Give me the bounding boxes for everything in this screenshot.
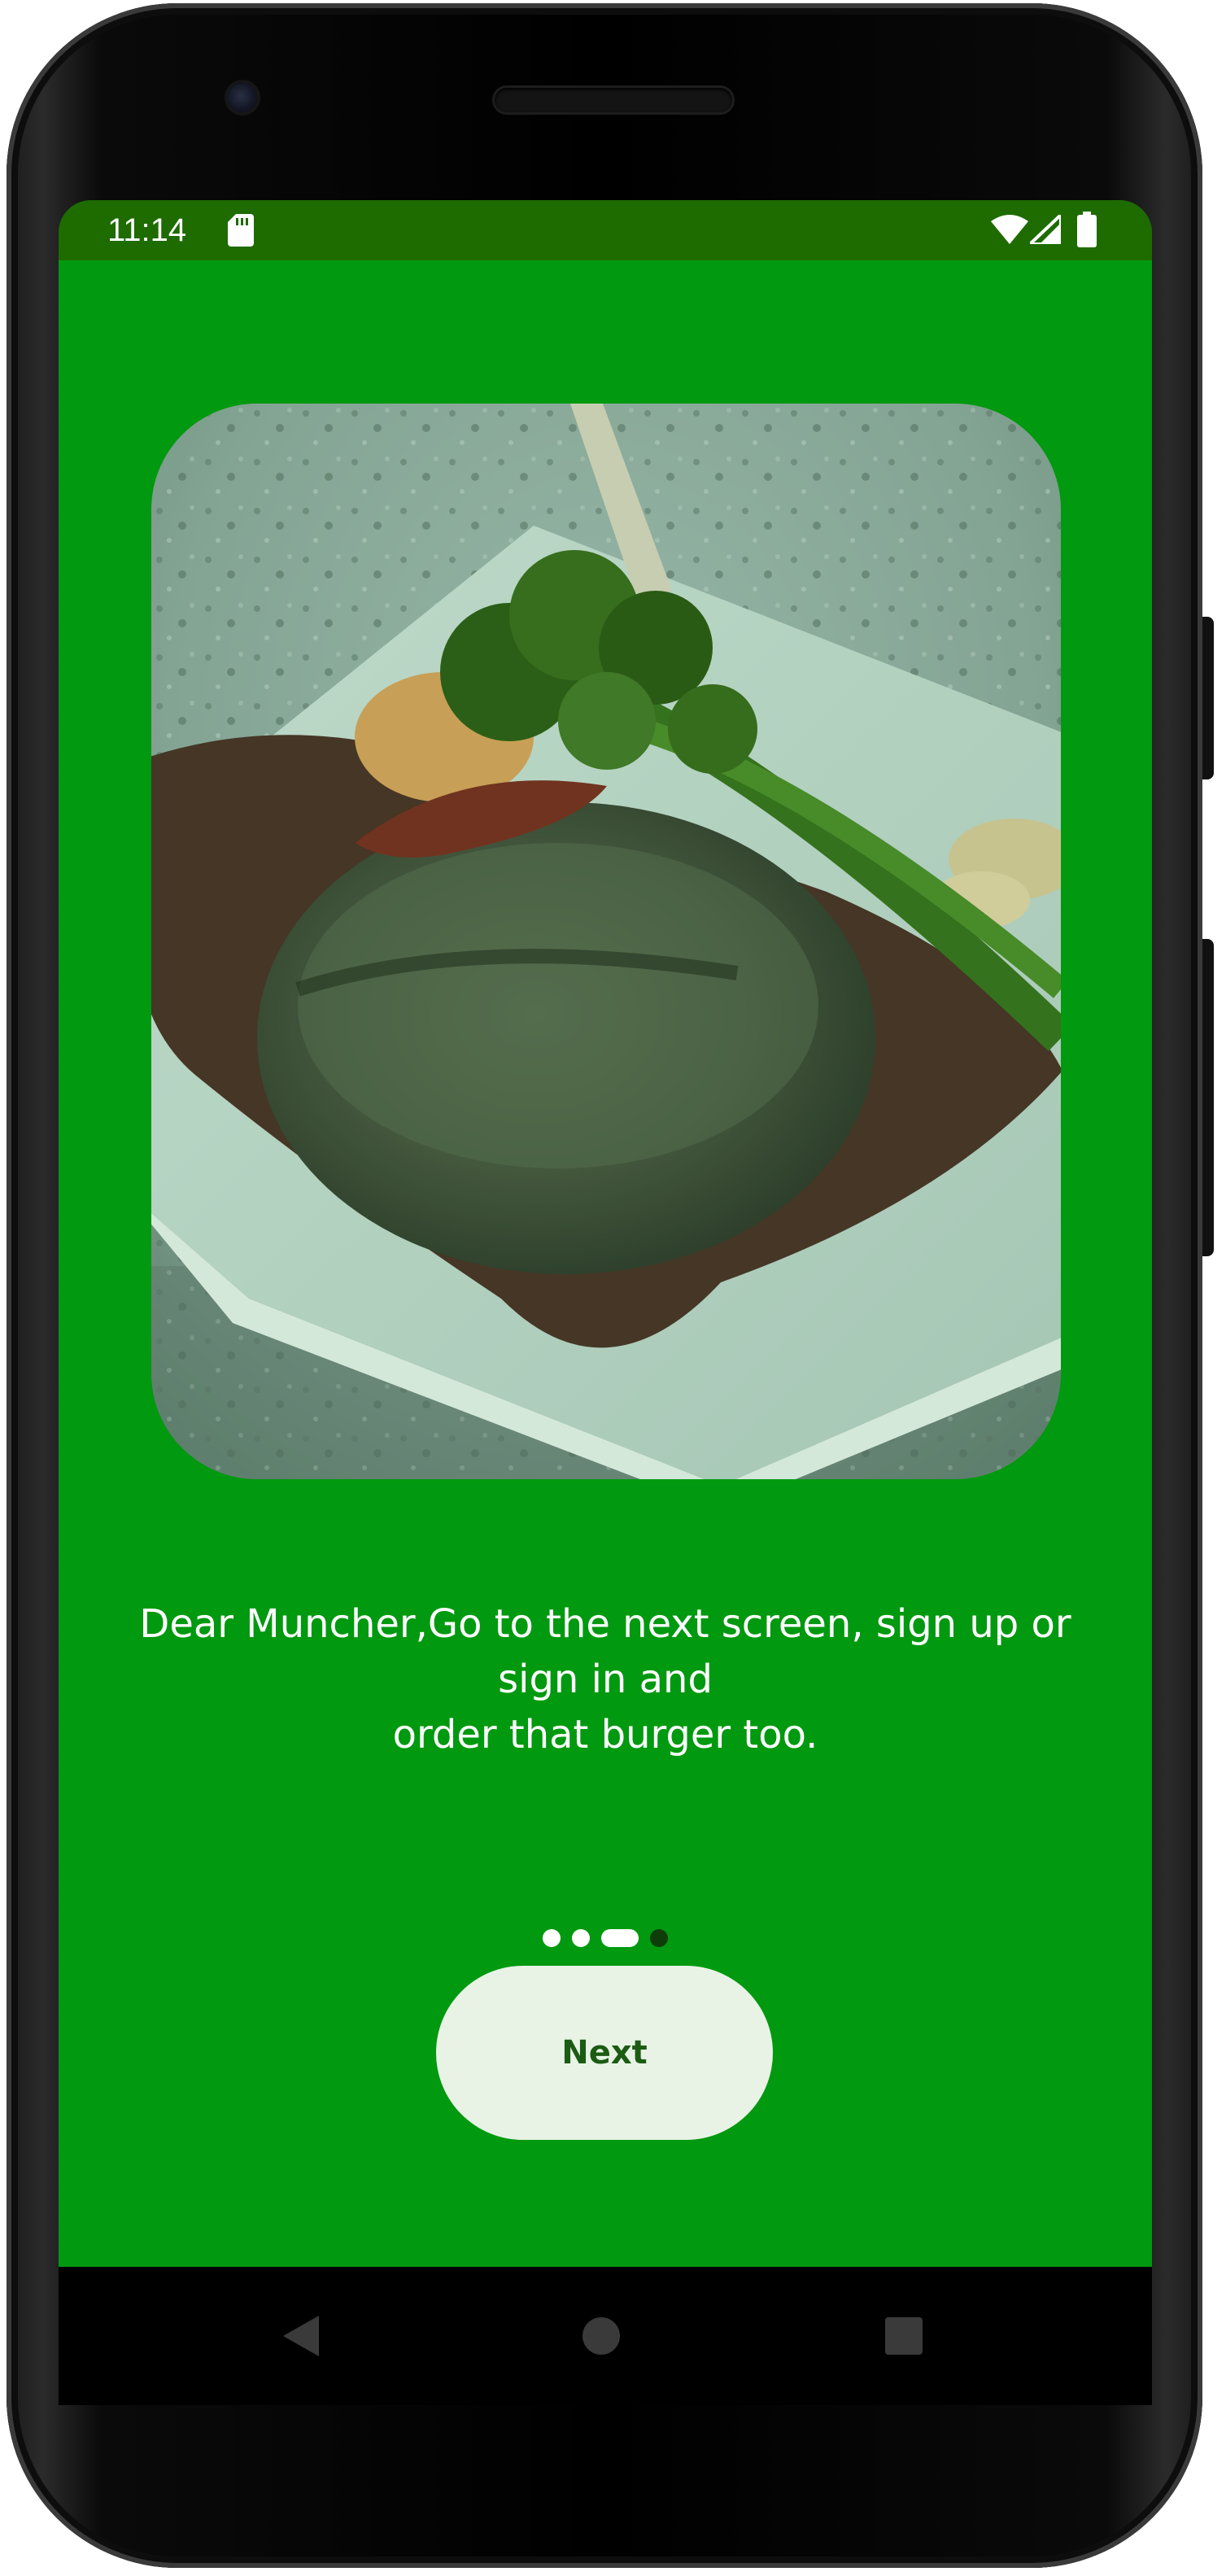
volume-button <box>1202 617 1214 779</box>
navigation-bar <box>59 2267 1152 2405</box>
page-dot-2[interactable] <box>572 1929 590 1947</box>
onboarding-message: Dear Muncher,Go to the next screen, sign… <box>75 1596 1136 1762</box>
page-dot-4[interactable] <box>650 1929 668 1947</box>
page-dot-1[interactable] <box>543 1929 561 1947</box>
wifi-icon <box>991 215 1028 248</box>
message-line: Dear Muncher,Go to the next screen, sign… <box>139 1601 1071 1647</box>
page-indicator <box>543 1928 668 1948</box>
home-icon[interactable] <box>582 2317 620 2359</box>
steak-plate-image <box>151 404 1061 1479</box>
front-camera <box>228 83 257 112</box>
message-line: sign in and <box>498 1657 713 1702</box>
page-dot-3-active[interactable] <box>601 1929 639 1947</box>
next-button[interactable]: Next <box>436 1966 773 2140</box>
earpiece-speaker <box>495 88 732 112</box>
battery-icon <box>1077 212 1097 251</box>
message-line: order that burger too. <box>392 1712 818 1757</box>
back-icon[interactable] <box>283 2316 319 2360</box>
status-time: 11:14 <box>107 212 187 248</box>
signal-icon <box>1025 211 1062 248</box>
power-button <box>1202 939 1214 1256</box>
status-bar: 11:14 <box>59 200 1152 260</box>
recents-icon[interactable] <box>885 2317 923 2359</box>
sd-card-icon <box>228 214 254 251</box>
app-screen: 11:14 Dear Muncher,Go to the next screen… <box>59 200 1152 2267</box>
